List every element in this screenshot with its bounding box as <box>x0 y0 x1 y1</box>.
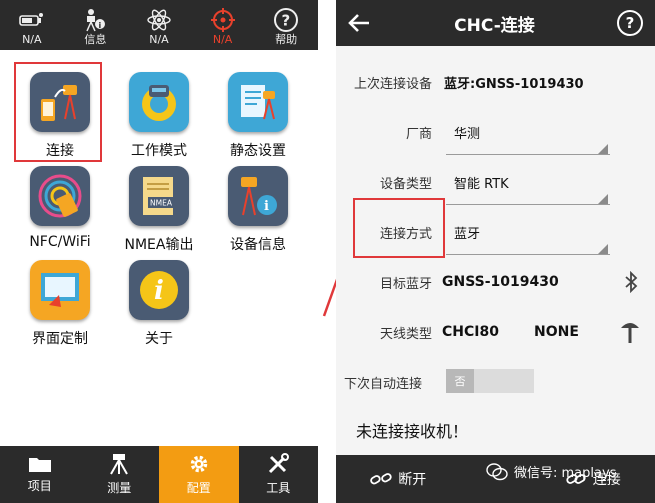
status-label: N/A <box>149 33 169 46</box>
page-title: CHC-连接 <box>454 15 535 36</box>
nav-label: 工具 <box>266 481 291 495</box>
connect-highlight-box <box>14 62 102 162</box>
battery-usb-icon <box>18 13 43 26</box>
status-satellite[interactable]: N/A <box>129 7 189 50</box>
status-info[interactable]: i 信息 <box>65 7 125 50</box>
left-screen: N/A i 信息 N/A N/A ? 帮助 连接 工作模式 静态设置 NFC/W… <box>0 0 318 503</box>
surveyor-info-icon: i <box>86 9 106 32</box>
svg-text:?: ? <box>282 12 291 30</box>
help-button[interactable]: ? <box>617 10 643 36</box>
nav-label: 配置 <box>186 481 211 495</box>
bluetooth-icon[interactable] <box>624 271 638 293</box>
nav-project[interactable]: 项目 <box>0 446 80 503</box>
antenna-row: 天线类型 CHCI80 NONE <box>336 312 655 352</box>
dropdown-triangle-icon <box>598 244 608 254</box>
app-label: 关于 <box>145 331 173 347</box>
nav-label: 项目 <box>27 479 52 493</box>
last-device-label: 上次连接设备 <box>353 76 432 92</box>
device-type-select[interactable]: 智能 RTK <box>454 173 509 192</box>
app-label: 工作模式 <box>131 143 187 159</box>
survey-receiver-icon <box>110 454 129 475</box>
nfc-wifi-icon <box>30 166 90 226</box>
app-about[interactable]: i 关于 <box>111 260 207 352</box>
ui-customize-icon <box>30 260 90 320</box>
static-document-icon <box>228 72 288 132</box>
target-bluetooth-value[interactable]: GNSS-1019430 <box>442 274 559 290</box>
app-label: 设备信息 <box>230 237 286 253</box>
antenna-label: 天线类型 <box>379 326 432 342</box>
svg-text:i: i <box>154 276 164 306</box>
about-info-icon: i <box>129 260 189 320</box>
tools-icon <box>269 453 290 474</box>
last-device-row: 上次连接设备 蓝牙:GNSS-1019430 <box>336 62 655 102</box>
toggle-knob: 否 <box>446 369 474 393</box>
app-nfc-wifi[interactable]: NFC/WiFi <box>12 166 108 258</box>
app-static-settings[interactable]: 静态设置 <box>210 72 306 164</box>
connection-status-message: 未连接接收机！ <box>356 422 469 441</box>
device-type-underline <box>446 204 610 205</box>
device-info-icon: i <box>228 166 288 226</box>
svg-text:i: i <box>99 21 102 30</box>
antenna-icon[interactable] <box>620 320 640 344</box>
status-label: N/A <box>212 33 233 46</box>
app-ui-customize[interactable]: 界面定制 <box>12 260 108 352</box>
crosshair-icon <box>210 8 235 32</box>
auto-connect-toggle[interactable]: 否 <box>446 369 534 393</box>
auto-connect-label: 下次自动连接 <box>344 376 423 392</box>
status-bar: N/A i 信息 N/A N/A ? 帮助 <box>0 0 318 50</box>
nav-tools[interactable]: 工具 <box>239 446 319 503</box>
target-bluetooth-label: 目标蓝牙 <box>379 276 432 292</box>
status-label: N/A <box>22 33 42 46</box>
app-label: NFC/WiFi <box>29 234 91 250</box>
disconnect-button[interactable]: 断开 <box>336 455 461 503</box>
manufacturer-underline <box>446 154 610 155</box>
watermark-text: 微信号: maplays <box>514 466 617 481</box>
right-screen: CHC-连接 ? 上次连接设备 蓝牙:GNSS-1019430 厂商 华测 设备… <box>336 0 655 503</box>
nmea-icon-text: NMEA <box>150 199 173 208</box>
connect-mode-highlight-box <box>353 198 445 258</box>
last-device-value: 蓝牙:GNSS-1019430 <box>444 76 584 92</box>
app-label: 静态设置 <box>230 143 286 159</box>
antenna-model-value[interactable]: CHCI80 <box>442 324 534 340</box>
bottom-nav: 项目 测量 配置 工具 <box>0 446 318 503</box>
folder-icon <box>28 458 51 472</box>
atom-icon <box>147 9 171 31</box>
nav-label: 测量 <box>107 481 132 495</box>
status-label: 信息 <box>84 33 107 46</box>
connect-mode-select[interactable]: 蓝牙 <box>454 223 480 242</box>
nav-survey[interactable]: 测量 <box>80 446 160 503</box>
app-nmea-output[interactable]: NMEA NMEA输出 <box>111 166 207 258</box>
wechat-watermark: 微信号: maplays <box>486 462 616 481</box>
help-icon: ? <box>274 8 299 32</box>
app-work-mode[interactable]: 工作模式 <box>111 72 207 164</box>
device-type-label: 设备类型 <box>379 176 432 192</box>
app-label: NMEA输出 <box>124 237 194 253</box>
svg-text:i: i <box>264 199 269 214</box>
app-label: 界面定制 <box>32 331 88 347</box>
status-battery[interactable]: N/A <box>2 7 62 50</box>
gear-icon <box>190 455 207 473</box>
gear-receiver-icon <box>129 72 189 132</box>
antenna-offset-value: NONE <box>534 324 579 340</box>
back-arrow-icon <box>348 14 369 32</box>
nav-config[interactable]: 配置 <box>159 446 239 503</box>
status-help[interactable]: ? 帮助 <box>256 7 316 50</box>
wechat-icon <box>486 462 508 480</box>
nmea-document-icon: NMEA <box>129 166 189 226</box>
manufacturer-label: 厂商 <box>405 126 432 142</box>
target-bluetooth-row: 目标蓝牙 GNSS-1019430 <box>336 262 655 302</box>
dropdown-triangle-icon <box>598 194 608 204</box>
connect-mode-underline <box>446 254 610 255</box>
status-position[interactable]: N/A <box>193 7 253 50</box>
top-bar: CHC-连接 ? <box>336 0 655 46</box>
dropdown-triangle-icon <box>598 144 608 154</box>
disconnect-label: 断开 <box>398 472 427 488</box>
status-label: 帮助 <box>275 33 298 46</box>
broken-link-icon <box>370 473 392 485</box>
manufacturer-select[interactable]: 华测 <box>454 123 480 142</box>
app-device-info[interactable]: i 设备信息 <box>210 166 306 258</box>
